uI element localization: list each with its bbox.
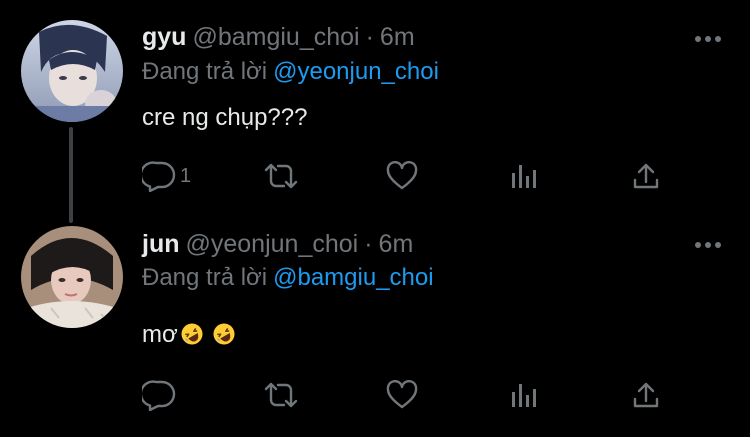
retweet-icon (264, 163, 298, 189)
like-button[interactable] (386, 377, 418, 413)
tweet[interactable]: jun @yeonjun_choi · 6m Đang trả lời @bamgiu_… (0, 213, 750, 437)
reply-button[interactable] (142, 377, 176, 413)
share-icon (633, 382, 659, 408)
tweet-header: gyu @bamgiu_choi · 6m (142, 22, 415, 52)
rolling-on-floor-laughing-emoji (212, 322, 236, 354)
separator-dot: · (364, 230, 373, 258)
heart-icon (386, 161, 418, 190)
more-options-button[interactable] (694, 237, 722, 248)
reply-count: 1 (180, 164, 192, 187)
replying-to-mention[interactable]: @bamgiu_choi (273, 264, 433, 291)
avatar[interactable] (21, 226, 123, 328)
avatar-image (21, 20, 123, 122)
display-name[interactable]: gyu (142, 23, 186, 51)
reply-icon (142, 380, 176, 411)
user-handle[interactable]: @yeonjun_choi (186, 230, 359, 258)
tweet-actions (0, 377, 750, 413)
timestamp[interactable]: 6m (380, 23, 415, 51)
reply-icon (142, 161, 176, 192)
tweet[interactable]: gyu @bamgiu_choi · 6m Đang trả lời @yeonjun_… (0, 0, 750, 223)
avatar[interactable] (21, 20, 123, 122)
more-options-icon (695, 36, 721, 42)
stats-icon (512, 165, 536, 188)
share-icon (633, 163, 659, 189)
timestamp[interactable]: 6m (379, 230, 414, 258)
retweet-button[interactable] (263, 158, 299, 194)
rolling-on-floor-laughing-emoji (180, 322, 204, 354)
tweet-header: jun @yeonjun_choi · 6m (142, 229, 413, 259)
share-button[interactable] (631, 377, 661, 413)
tweet-text: cre ng chụp??? (142, 104, 308, 131)
tweet-actions: 1 (0, 158, 750, 194)
reply-button[interactable]: 1 (142, 158, 191, 194)
tweet-text-content: mơ (142, 321, 178, 348)
tweet-text: mơ (142, 320, 236, 354)
display-name[interactable]: jun (142, 230, 180, 258)
replying-to-line: Đang trả lời @yeonjun_choi (142, 57, 439, 87)
replying-to-label: Đang trả lời (142, 264, 268, 291)
user-handle[interactable]: @bamgiu_choi (192, 23, 359, 51)
stats-button[interactable] (509, 377, 539, 413)
more-options-icon (695, 242, 721, 248)
share-button[interactable] (631, 158, 661, 194)
stats-button[interactable] (509, 158, 539, 194)
more-options-button[interactable] (694, 31, 722, 42)
replying-to-line: Đang trả lời @bamgiu_choi (142, 263, 434, 293)
like-button[interactable] (386, 158, 418, 194)
heart-icon (386, 380, 418, 409)
stats-icon (512, 384, 536, 407)
replying-to-label: Đang trả lời (142, 58, 268, 85)
retweet-button[interactable] (263, 377, 299, 413)
separator-dot: · (365, 23, 374, 51)
retweet-icon (264, 382, 298, 408)
avatar-image (21, 226, 123, 328)
replying-to-mention[interactable]: @yeonjun_choi (273, 58, 439, 85)
